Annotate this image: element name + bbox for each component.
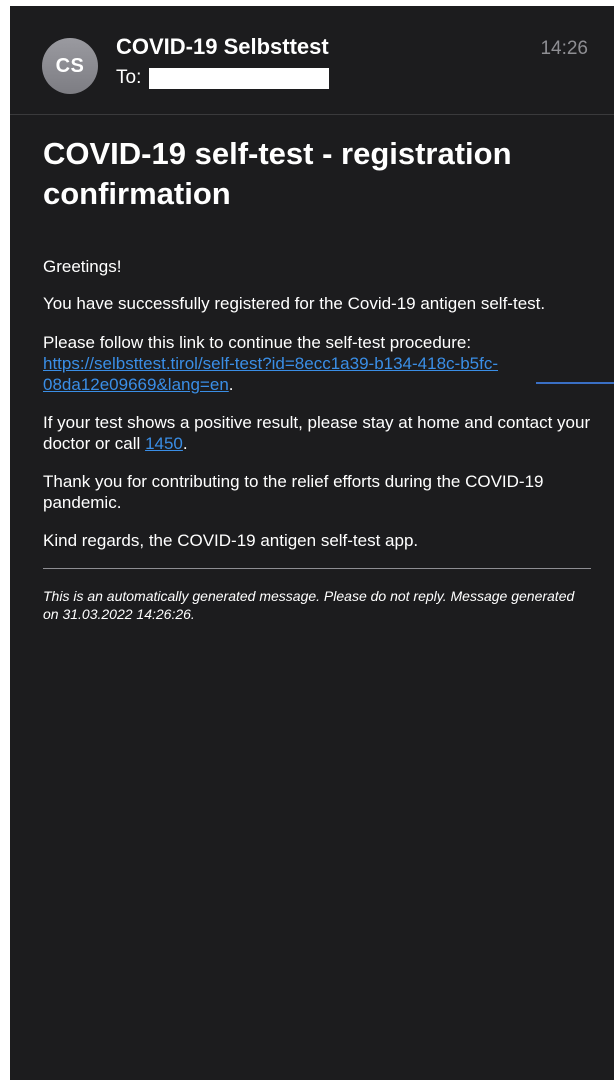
recipient-redacted <box>149 67 330 89</box>
footer-divider <box>43 568 591 569</box>
email-screen: CS COVID-19 Selbsttest To: 14:26 COVID-1… <box>10 6 614 1080</box>
sender-avatar[interactable]: CS <box>42 38 98 94</box>
link-paragraph: Please follow this link to continue the … <box>43 332 593 395</box>
received-time: 14:26 <box>540 38 588 59</box>
email-header: CS COVID-19 Selbsttest To: 14:26 <box>10 6 614 115</box>
email-subject: COVID-19 self-test - registration confir… <box>43 136 512 211</box>
header-divider <box>10 114 614 115</box>
positive-result-text: If your test shows a positive result, pl… <box>43 413 591 453</box>
email-body: COVID-19 self-test - registration confir… <box>43 134 593 623</box>
selection-edge-line <box>536 382 614 384</box>
regards-text: Kind regards, the COVID-19 antigen self-… <box>43 531 419 550</box>
phone-link[interactable]: 1450 <box>145 434 183 453</box>
self-test-link[interactable]: https://selbsttest.tirol/self-test?id=8e… <box>43 354 498 394</box>
thanks-text: Thank you for contributing to the relief… <box>43 472 544 512</box>
greeting-text: Greetings! <box>43 257 122 276</box>
recipient-row: To: <box>116 67 330 89</box>
positive-result-paragraph: If your test shows a positive result, pl… <box>43 412 593 454</box>
sender-name[interactable]: COVID-19 Selbsttest <box>116 34 329 60</box>
registration-text: You have successfully registered for the… <box>43 294 546 313</box>
to-label: To: <box>116 67 142 88</box>
link-intro-text: Please follow this link to continue the … <box>43 333 472 352</box>
phone-trailing-period: . <box>182 434 188 453</box>
link-trailing-period: . <box>228 375 234 394</box>
auto-generated-note: This is an automatically generated messa… <box>43 588 575 622</box>
